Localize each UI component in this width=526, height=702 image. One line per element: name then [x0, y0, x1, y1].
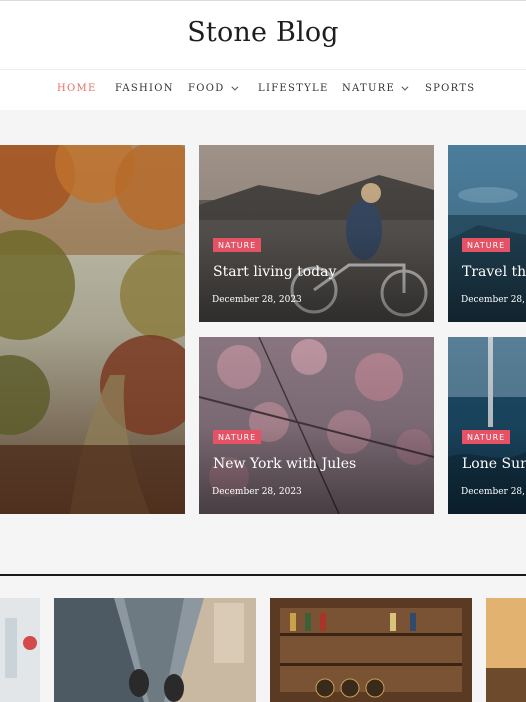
category-badge[interactable]: NATURE — [462, 238, 511, 252]
category-badge[interactable]: NATURE — [213, 238, 262, 252]
thumbnail[interactable] — [486, 598, 526, 702]
post-date: December 28, 2023 — [461, 487, 526, 497]
post-card[interactable]: NATURE New York with Jules December 28, … — [199, 337, 434, 514]
post-card[interactable]: NATURE Start living today December 28, 2… — [199, 145, 434, 322]
featured-large-image[interactable] — [0, 145, 185, 514]
nav-item-home[interactable]: HOME — [57, 83, 97, 94]
main-nav: HOME FASHION FOOD LIFESTYLE NATURE SPORT… — [0, 70, 526, 110]
post-title[interactable]: Lone Surfe — [462, 456, 526, 472]
thumbnail[interactable] — [270, 598, 472, 702]
category-badge[interactable]: NATURE — [213, 430, 262, 444]
post-card[interactable]: NATURE Travel the December 28, 2023 — [448, 145, 526, 322]
post-title[interactable]: Travel the — [462, 264, 526, 280]
post-title[interactable]: New York with Jules — [213, 456, 356, 472]
post-date: December 28, 2023 — [212, 487, 302, 497]
autumn-forest-image — [0, 145, 185, 514]
sunset-image — [486, 598, 526, 702]
nav-item-lifestyle[interactable]: LIFESTYLE — [258, 83, 329, 94]
bottles-image — [0, 598, 40, 702]
post-date: December 28, 2023 — [461, 295, 526, 305]
chevron-down-icon — [230, 83, 239, 91]
thumbnail[interactable] — [0, 598, 40, 702]
site-title[interactable]: Stone Blog — [0, 17, 526, 48]
post-title[interactable]: Start living today — [213, 264, 336, 280]
skyscrapers-image — [54, 598, 256, 702]
nav-item-food-label: FOOD — [188, 83, 225, 94]
post-date: December 28, 2023 — [212, 295, 302, 305]
thumbnail[interactable] — [54, 598, 256, 702]
nav-item-food[interactable]: FOOD — [188, 83, 239, 94]
site-header: Stone Blog — [0, 1, 526, 70]
nav-item-nature[interactable]: NATURE — [342, 83, 409, 94]
section-divider — [0, 574, 526, 576]
bar-shelves-image — [270, 598, 472, 702]
post-card[interactable]: NATURE Lone Surfe December 28, 2023 — [448, 337, 526, 514]
nav-item-sports[interactable]: SPORTS — [425, 83, 475, 94]
chevron-down-icon — [401, 83, 409, 91]
category-badge[interactable]: NATURE — [462, 430, 511, 444]
nav-item-nature-label: NATURE — [342, 83, 396, 94]
nav-item-fashion[interactable]: FASHION — [115, 83, 174, 94]
